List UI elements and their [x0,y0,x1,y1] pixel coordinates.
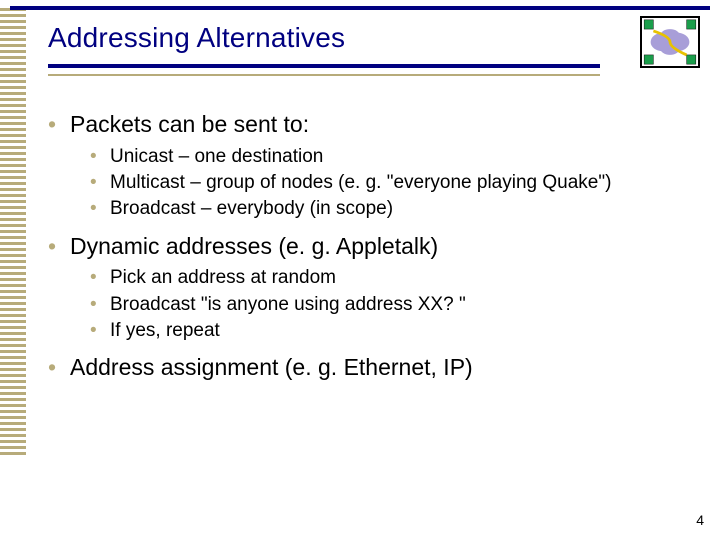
bullet-broadcast: Broadcast – everybody (in scope) [90,197,690,221]
bullet-repeat: If yes, repeat [90,319,690,343]
bullet-packets: Packets can be sent to: [48,110,690,139]
top-rule [10,6,710,10]
content-body: Packets can be sent to: Unicast – one de… [48,110,690,388]
network-cloud-icon [640,16,700,68]
bullet-text: Address assignment (e. g. Ethernet, IP) [70,354,473,380]
bullet-assignment: Address assignment (e. g. Ethernet, IP) [48,353,690,382]
bullet-text: Broadcast – everybody (in scope) [110,198,393,219]
bullet-text: Packets can be sent to: [70,111,309,137]
title-underline-thin [48,74,600,76]
bullet-broadcast-query: Broadcast "is anyone using address XX? " [90,293,690,317]
bullet-text: Multicast – group of nodes (e. g. "every… [110,172,611,193]
bullet-text: Unicast – one destination [110,146,323,167]
bullet-text: Broadcast "is anyone using address XX? " [110,294,466,315]
decorative-stripes [0,8,26,458]
title-underline-thick [48,64,600,68]
bullet-text: Dynamic addresses (e. g. Appletalk) [70,233,438,259]
bullet-dynamic: Dynamic addresses (e. g. Appletalk) [48,232,690,261]
bullet-text: If yes, repeat [110,320,220,341]
bullet-unicast: Unicast – one destination [90,145,690,169]
bullet-multicast: Multicast – group of nodes (e. g. "every… [90,171,690,195]
bullet-pick-random: Pick an address at random [90,266,690,290]
slide-title: Addressing Alternatives [48,22,345,54]
title-container: Addressing Alternatives [48,22,345,54]
sublist-dynamic: Pick an address at random Broadcast "is … [90,266,690,343]
page-number: 4 [696,512,704,528]
sublist-packets: Unicast – one destination Multicast – gr… [90,145,690,222]
slide: Addressing Alternatives Packets can be s… [0,0,720,540]
bullet-text: Pick an address at random [110,267,336,288]
